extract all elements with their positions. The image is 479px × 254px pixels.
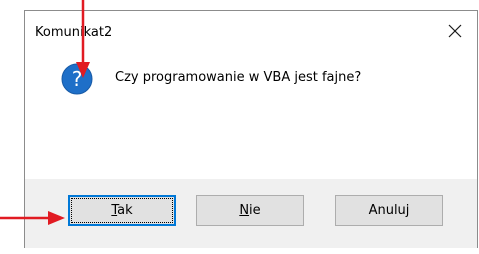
cancel-label: Anuluj <box>368 203 410 218</box>
cancel-button[interactable]: Anuluj <box>335 195 443 226</box>
screen: Komunikat2 ? Czy programowanie w VBA jes… <box>0 0 479 254</box>
no-mnemonic: N <box>239 203 250 218</box>
dialog-message: Czy programowanie w VBA jest fajne? <box>115 70 362 85</box>
dialog-title: Komunikat2 <box>35 25 113 40</box>
question-icon: ? <box>61 63 93 95</box>
close-icon[interactable] <box>447 23 463 39</box>
focus-ring <box>71 198 173 223</box>
no-label-rest: ie <box>249 203 261 218</box>
svg-text:?: ? <box>72 67 83 91</box>
yes-button[interactable]: Tak <box>68 195 176 226</box>
no-button[interactable]: Nie <box>196 195 304 226</box>
